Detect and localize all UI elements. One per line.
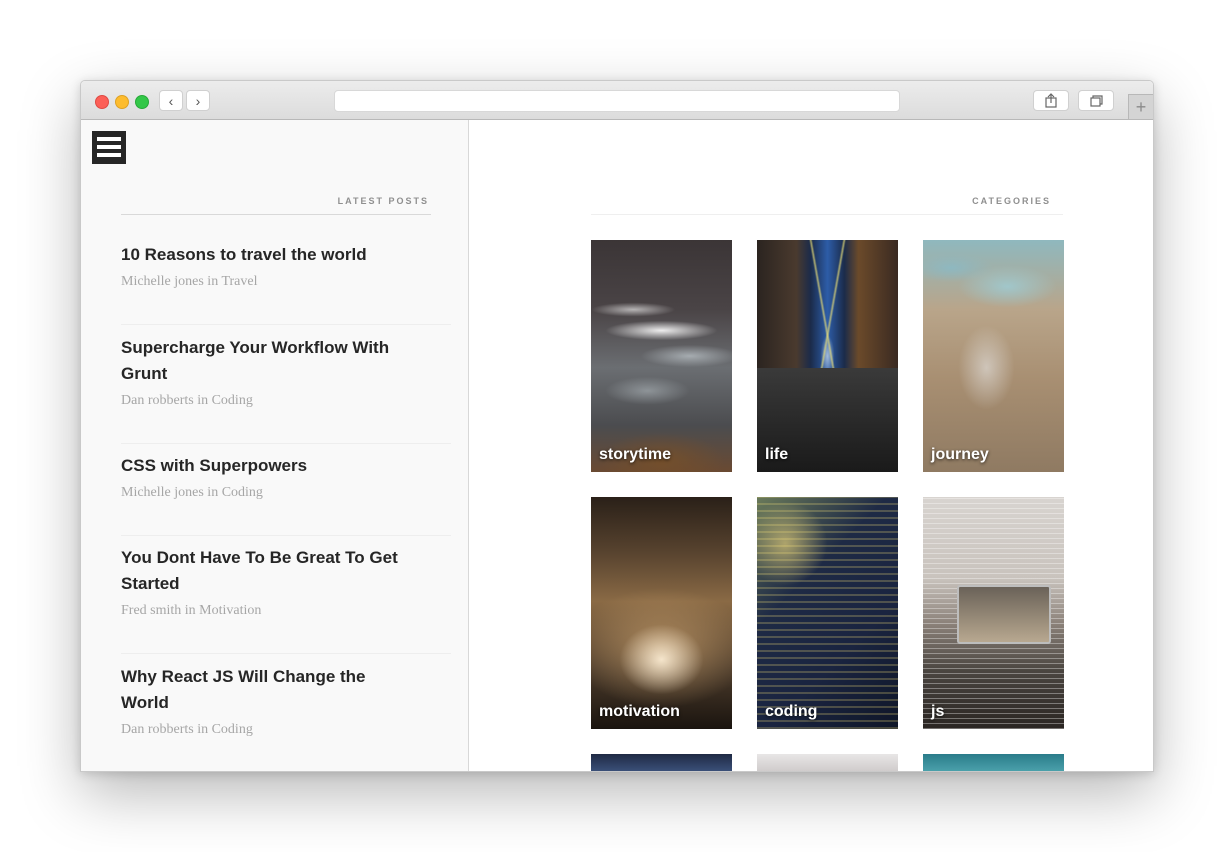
category-card-js[interactable]: js [923,497,1064,729]
browser-window: ‹ › + LATEST POSTS 10 Reasons to travel … [80,80,1154,772]
new-tab-button[interactable]: + [1128,94,1153,119]
post-item[interactable]: You Dont Have To Be Great To Get Started… [121,545,451,654]
back-button[interactable]: ‹ [159,90,183,111]
post-title[interactable]: Why React JS Will Change the World [121,664,411,716]
category-card-motivation[interactable]: motivation [591,497,732,729]
post-title[interactable]: CSS with Superpowers [121,453,411,479]
heading-divider [121,214,431,215]
close-window-button[interactable] [95,95,109,109]
chevron-left-icon: ‹ [168,93,174,109]
post-meta: Dan robberts in Coding [121,393,253,408]
post-meta: Fred smith in Motivation [121,603,262,618]
category-label: storytime [599,446,672,463]
category-card-coding[interactable]: coding [757,497,898,729]
category-card[interactable] [757,754,898,771]
browser-toolbar: ‹ › + [81,81,1153,120]
category-card[interactable] [591,754,732,771]
post-title[interactable]: You Dont Have To Be Great To Get Started [121,545,411,597]
zoom-window-button[interactable] [135,95,149,109]
forward-button[interactable]: › [186,90,210,111]
minimize-window-button[interactable] [115,95,129,109]
post-meta: Dan robberts in Coding [121,722,253,737]
post-item[interactable]: Supercharge Your Workflow With Grunt Dan… [121,335,451,444]
category-label: journey [931,446,989,463]
hamburger-menu-icon[interactable] [92,131,126,164]
categories-panel: CATEGORIES storytime life journey motiva… [469,120,1153,771]
share-button[interactable] [1033,90,1069,111]
post-item[interactable]: Why React JS Will Change the World Dan r… [121,664,451,770]
categories-heading: CATEGORIES [972,196,1051,206]
tabs-overview-icon [1090,95,1103,107]
post-item[interactable]: CSS with Superpowers Michelle jones in C… [121,453,451,536]
category-card-storytime[interactable]: storytime [591,240,732,472]
heading-divider [591,214,1063,215]
category-card[interactable] [923,754,1064,771]
category-label: coding [765,703,818,720]
category-card-journey[interactable]: journey [923,240,1064,472]
category-label: motivation [599,703,680,720]
show-tabs-button[interactable] [1078,90,1114,111]
post-item[interactable]: 10 Reasons to travel the world Michelle … [121,242,451,325]
share-icon [1045,93,1057,108]
post-title[interactable]: Supercharge Your Workflow With Grunt [121,335,411,387]
post-meta: Michelle jones in Coding [121,485,263,500]
latest-posts-heading: LATEST POSTS [337,196,429,206]
post-title[interactable]: 10 Reasons to travel the world [121,242,411,268]
category-label: life [765,446,789,463]
post-meta: Michelle jones in Travel [121,274,258,289]
chevron-right-icon: › [195,93,201,109]
category-card-life[interactable]: life [757,240,898,472]
sidebar: LATEST POSTS 10 Reasons to travel the wo… [81,120,469,771]
address-bar[interactable] [334,90,900,112]
category-label: js [931,703,945,720]
